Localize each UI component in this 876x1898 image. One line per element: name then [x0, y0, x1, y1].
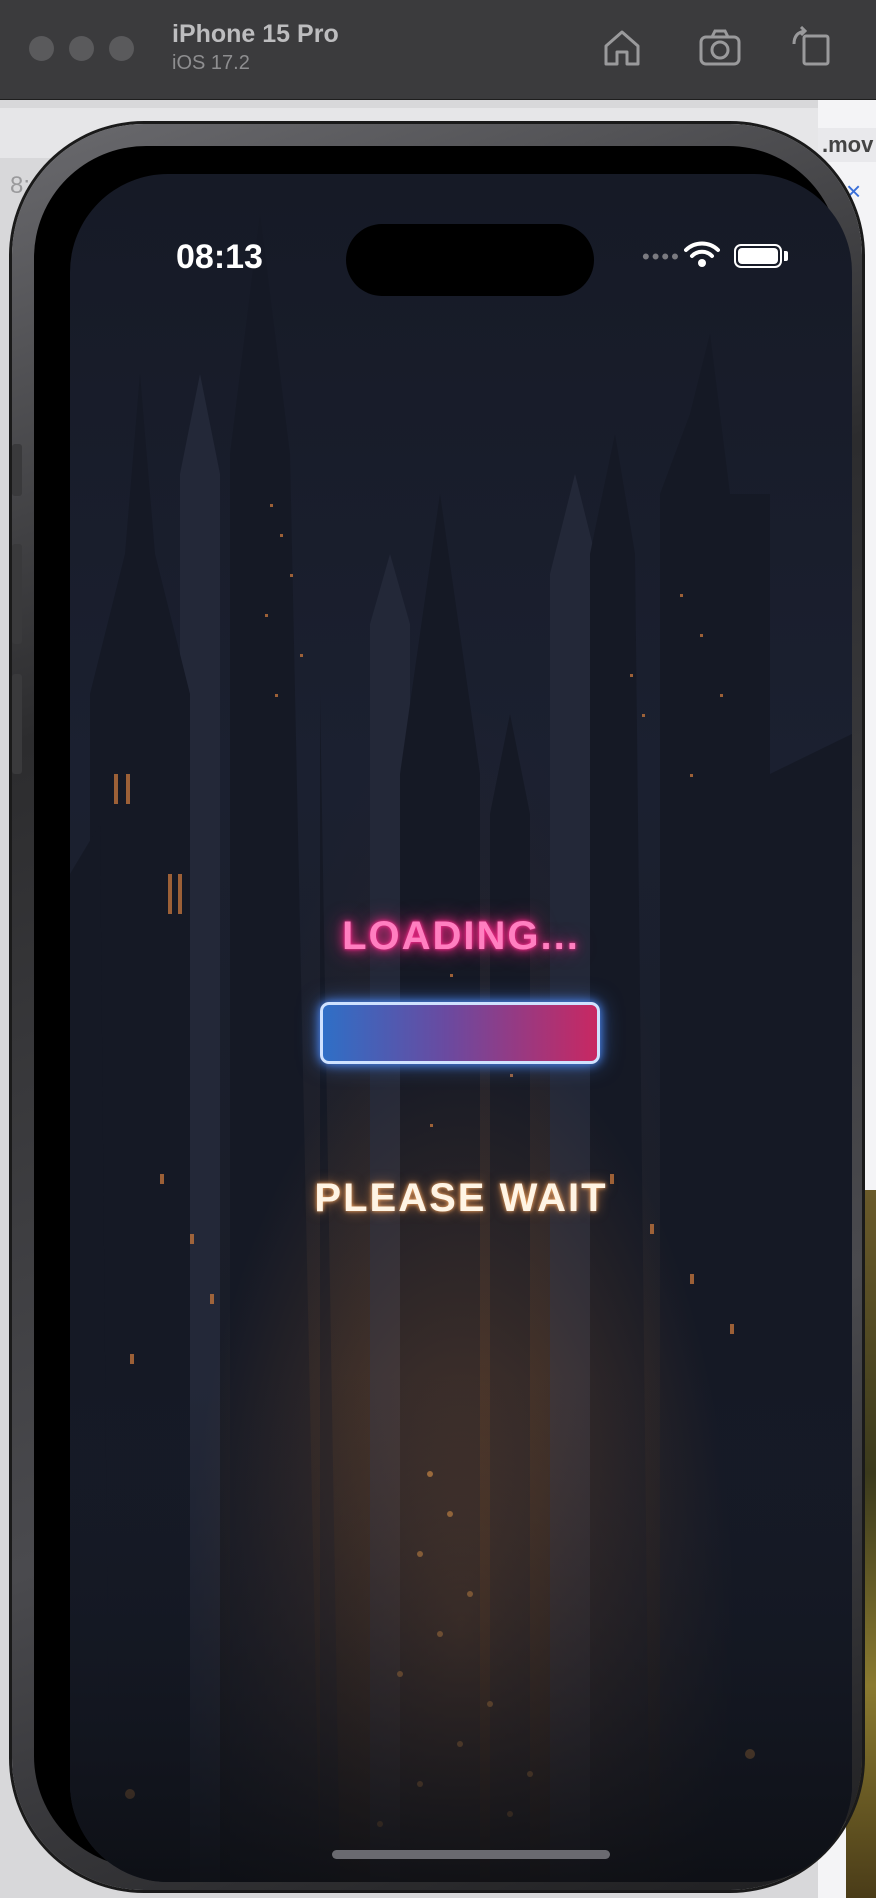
battery-cap: [784, 251, 788, 261]
loading-progress-bar: [320, 1002, 600, 1064]
status-bar-time: 08:13: [176, 238, 263, 276]
dynamic-island: [346, 224, 594, 296]
background-file-tab[interactable]: .mov: [818, 128, 876, 162]
home-indicator[interactable]: [332, 1850, 610, 1859]
loading-title: LOADING...: [342, 914, 580, 958]
phone-bezel: 08:13 •••• LOADING... PLEASE WAIT: [34, 146, 852, 1882]
camera-icon[interactable]: [698, 26, 742, 70]
window-zoom-button[interactable]: [109, 36, 134, 61]
volume-down-button[interactable]: [12, 674, 22, 774]
simulator-titlebar: iPhone 15 Pro iOS 17.2: [0, 0, 876, 100]
cellular-signal-icon: ••••: [642, 244, 681, 269]
phone-frame: 08:13 •••• LOADING... PLEASE WAIT: [12, 124, 862, 1890]
battery-icon: [734, 244, 782, 268]
home-icon[interactable]: [600, 26, 644, 70]
please-wait-label: PLEASE WAIT: [314, 1176, 608, 1220]
rotate-icon[interactable]: [790, 25, 834, 70]
app-screen[interactable]: 08:13 •••• LOADING... PLEASE WAIT: [70, 174, 852, 1882]
window-close-button[interactable]: [29, 36, 54, 61]
volume-up-button[interactable]: [12, 544, 22, 644]
os-version: iOS 17.2: [172, 52, 250, 74]
window-minimize-button[interactable]: [69, 36, 94, 61]
wifi-icon: [684, 241, 720, 267]
device-name: iPhone 15 Pro: [172, 20, 339, 48]
action-button[interactable]: [12, 444, 22, 496]
progress-fill: [323, 1005, 597, 1061]
